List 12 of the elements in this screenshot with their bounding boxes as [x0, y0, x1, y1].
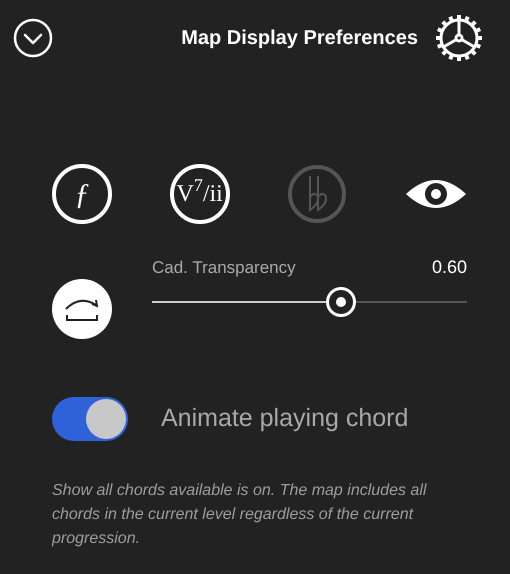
slider-thumb[interactable] — [326, 287, 356, 317]
toggle-switch[interactable] — [52, 397, 128, 441]
transparency-slider[interactable] — [152, 287, 467, 317]
toggle-label: Animate playing chord — [161, 403, 408, 434]
collapse-icon[interactable] — [13, 18, 53, 58]
panel-title: Map Display Preferences — [181, 26, 418, 51]
settings-icon[interactable] — [434, 13, 484, 63]
slider-value: 0.60 — [432, 256, 467, 279]
chord-button[interactable]: V$^{7}$/ii — [170, 164, 230, 224]
forte-button[interactable]: ƒ — [52, 164, 112, 224]
info-text: Show all chords available is on. The map includes all chords in the current level regardless of the current progression. — [52, 481, 428, 549]
slider-label: Cad. Transparency — [152, 257, 296, 279]
